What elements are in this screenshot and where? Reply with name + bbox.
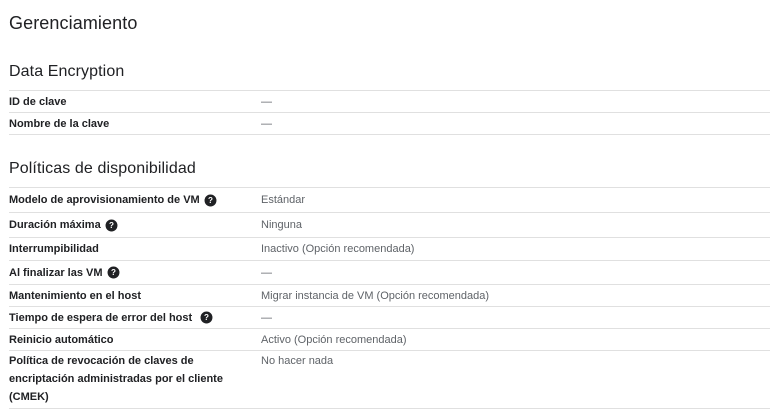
table-row: Política de revocación de claves de encr… bbox=[9, 351, 770, 409]
table-row: Interrumpibilidad Inactivo (Opción recom… bbox=[9, 238, 770, 261]
table-row: Mantenimiento en el host Migrar instanci… bbox=[9, 285, 770, 307]
row-value: No hacer nada bbox=[261, 355, 334, 367]
row-key: Reinicio automático bbox=[9, 333, 114, 346]
table-row: Reinicio automático Activo (Opción recom… bbox=[9, 329, 770, 351]
row-key-container: Modelo de aprovisionamiento de VM ? bbox=[9, 188, 261, 212]
page-title: Gerenciamiento bbox=[9, 13, 138, 33]
row-key: Política de revocación de claves de encr… bbox=[9, 355, 223, 403]
encryption-table: ID de clave — Nombre de la clave — bbox=[9, 90, 770, 135]
row-key: Mantenimiento en el host bbox=[9, 289, 142, 302]
row-key: ID de clave bbox=[9, 95, 67, 108]
svg-text:?: ? bbox=[111, 268, 116, 277]
help-circle-icon[interactable]: ? bbox=[204, 194, 217, 207]
table-row: Duración máxima ? Ninguna bbox=[9, 213, 770, 238]
row-value: Activo (Opción recomendada) bbox=[261, 333, 407, 346]
availability-table: Modelo de aprovisionamiento de VM ? Está… bbox=[9, 187, 770, 409]
help-circle-icon[interactable]: ? bbox=[107, 266, 120, 279]
svg-text:?: ? bbox=[109, 221, 114, 230]
row-value: Estándar bbox=[261, 194, 306, 206]
row-value: Inactivo (Opción recomendada) bbox=[261, 243, 415, 255]
row-key: Interrumpibilidad bbox=[9, 243, 99, 255]
row-value: — bbox=[261, 266, 272, 279]
row-key: Duración máxima bbox=[9, 219, 101, 231]
row-value: — bbox=[261, 117, 272, 130]
table-row: Modelo de aprovisionamiento de VM ? Está… bbox=[9, 188, 770, 213]
svg-text:?: ? bbox=[208, 196, 213, 205]
row-key: Al finalizar las VM bbox=[9, 266, 103, 279]
row-key-container: Tiempo de espera de error del host ? bbox=[9, 307, 261, 328]
section-title-availability: Políticas de disponibilidad bbox=[9, 160, 196, 177]
row-key-container: Al finalizar las VM ? bbox=[9, 261, 261, 284]
row-value: Migrar instancia de VM (Opción recomenda… bbox=[261, 289, 490, 302]
row-value: — bbox=[261, 311, 272, 324]
row-key: Modelo de aprovisionamiento de VM bbox=[9, 194, 200, 206]
row-value: Ninguna bbox=[261, 219, 302, 231]
row-key-container: Duración máxima ? bbox=[9, 213, 261, 237]
help-circle-icon[interactable]: ? bbox=[105, 219, 118, 232]
table-row: ID de clave — bbox=[9, 91, 770, 113]
svg-text:?: ? bbox=[204, 313, 209, 322]
row-key: Tiempo de espera de error del host bbox=[9, 311, 193, 324]
help-circle-icon[interactable]: ? bbox=[200, 311, 213, 324]
row-key: Nombre de la clave bbox=[9, 117, 110, 130]
table-row: Tiempo de espera de error del host ? — bbox=[9, 307, 770, 329]
table-row: Nombre de la clave — bbox=[9, 113, 770, 135]
row-value: — bbox=[261, 95, 272, 108]
section-title-encryption: Data Encryption bbox=[9, 63, 125, 80]
table-row: Al finalizar las VM ? — bbox=[9, 261, 770, 285]
